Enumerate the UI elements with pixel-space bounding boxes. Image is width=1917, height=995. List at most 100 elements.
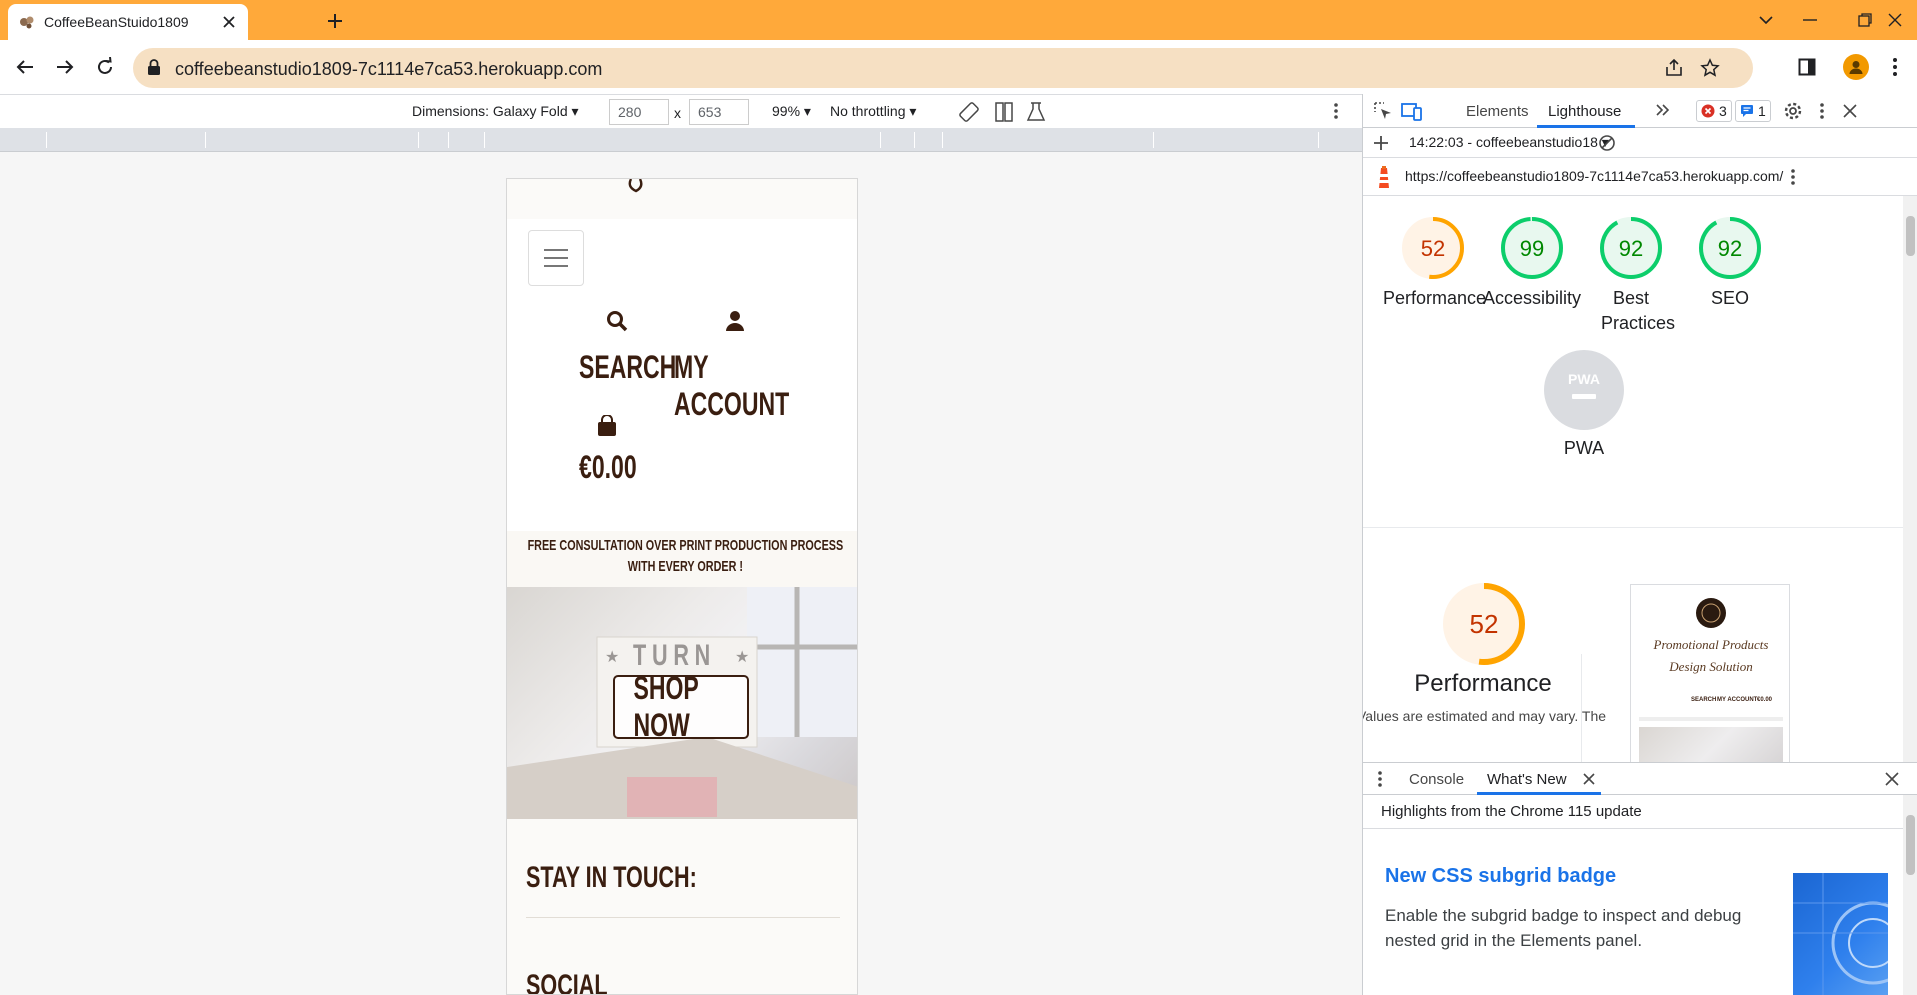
drawer-tab-whats-new[interactable]: What's New — [1487, 771, 1567, 788]
media-query-segment[interactable] — [205, 132, 206, 148]
bookmark-star-icon[interactable] — [1699, 57, 1721, 79]
zoom-selector[interactable]: 99% ▾ — [772, 103, 811, 120]
report-scrollbar-thumb[interactable] — [1906, 216, 1915, 256]
user-account-icon[interactable] — [725, 310, 745, 337]
lock-icon[interactable] — [147, 59, 161, 80]
device-toolbar-more-icon[interactable] — [1334, 103, 1338, 122]
media-query-segment[interactable] — [448, 132, 449, 148]
sensor-flask-icon[interactable] — [1026, 101, 1046, 126]
media-query-segment[interactable] — [484, 132, 485, 148]
tab-lighthouse[interactable]: Lighthouse — [1548, 103, 1621, 120]
devtools-close-icon[interactable] — [1843, 104, 1857, 122]
throttling-label: No throttling — [830, 103, 906, 119]
shop-now-button[interactable]: SHOP NOW — [613, 670, 749, 743]
address-bar[interactable]: coffeebeanstudio1809-7c1114e7ca53.heroku… — [133, 48, 1753, 88]
pwa-badge-icon: PWA — [1544, 350, 1624, 430]
hamburger-menu-button[interactable] — [528, 230, 584, 286]
new-report-plus-icon[interactable] — [1373, 135, 1389, 154]
minimize-icon[interactable] — [1794, 6, 1826, 34]
performance-detail-divider — [1581, 654, 1582, 762]
clear-reports-icon[interactable] — [1598, 134, 1616, 155]
report-selector[interactable]: 14:22:03 - coffeebeanstudio18 ▾ — [1409, 134, 1609, 151]
report-scrollbar[interactable] — [1903, 196, 1917, 762]
thumbnail-nav-cart: €0.00 — [1757, 697, 1773, 703]
drawer-menu-icon[interactable] — [1378, 771, 1382, 791]
page-screenshot-thumbnail[interactable]: Promotional Products Design Solution SEA… — [1630, 584, 1790, 762]
score-label: Best Practices — [1601, 288, 1676, 333]
side-panel-icon[interactable] — [1795, 55, 1819, 79]
devtools-menu-icon[interactable] — [1820, 103, 1824, 123]
more-tabs-chevron-icon[interactable] — [1655, 102, 1671, 122]
close-window-icon[interactable] — [1879, 6, 1911, 34]
nav-search-label[interactable]: SEARCH — [579, 349, 676, 386]
score-value: 92 — [1619, 236, 1643, 261]
score-gauge-ring: 52 — [1402, 217, 1464, 279]
score-label: SEO — [1710, 288, 1749, 308]
dropdown-arrow-icon: ▾ — [909, 103, 917, 119]
restore-icon[interactable] — [1849, 6, 1881, 34]
shopping-bag-icon[interactable] — [597, 414, 617, 442]
cart-total[interactable]: €0.00 — [579, 449, 637, 486]
score-gauge-ring: 99 — [1501, 217, 1563, 279]
browser-menu-icon[interactable] — [1883, 55, 1907, 79]
report-menu-icon[interactable] — [1791, 169, 1795, 188]
tab-elements[interactable]: Elements — [1466, 103, 1529, 120]
promo-banner-line-1: FREE CONSULTATION OVER PRINT PRODUCTION … — [527, 537, 844, 554]
drawer-tab-console[interactable]: Console — [1409, 771, 1464, 788]
new-tab-icon[interactable] — [322, 8, 348, 34]
search-icon[interactable] — [606, 310, 628, 337]
dual-screen-icon[interactable] — [994, 101, 1014, 126]
device-selector[interactable]: Dimensions: Galaxy Fold ▾ — [412, 103, 579, 120]
media-query-segment[interactable] — [418, 132, 419, 148]
site-logo-icon[interactable] — [625, 179, 647, 193]
pwa-gauge[interactable]: PWA PWA — [1534, 348, 1634, 461]
media-query-bar[interactable] — [0, 128, 1362, 152]
close-drawer-icon[interactable] — [1885, 772, 1899, 790]
media-query-segment[interactable] — [914, 132, 915, 148]
tab-close-icon[interactable] — [220, 13, 238, 31]
drawer-scrollbar[interactable] — [1903, 795, 1917, 995]
media-query-segment[interactable] — [1318, 132, 1319, 148]
score-gauge-accessibility[interactable]: 99 Accessibility — [1482, 214, 1582, 311]
tab-search-chevron-icon[interactable] — [1750, 6, 1782, 34]
width-input[interactable]: 280 — [609, 99, 669, 125]
stay-in-touch-heading: STAY IN TOUCH: — [526, 861, 697, 894]
rotate-icon[interactable] — [958, 101, 980, 126]
forward-icon[interactable] — [52, 54, 78, 80]
inspect-element-icon[interactable] — [1373, 101, 1393, 125]
media-query-segment[interactable] — [46, 132, 47, 148]
media-query-segment[interactable] — [1153, 132, 1154, 148]
error-count: 3 — [1719, 103, 1727, 119]
reload-icon[interactable] — [92, 54, 118, 80]
browser-tab[interactable]: CoffeeBeanStuido1809 — [8, 4, 248, 40]
report-selector-label: 14:22:03 - coffeebeanstudio18 — [1409, 134, 1598, 150]
share-icon[interactable] — [1663, 57, 1685, 79]
error-count-badge[interactable]: 3 — [1696, 100, 1732, 122]
height-input[interactable]: 653 — [689, 99, 749, 125]
devtools-settings-gear-icon[interactable] — [1783, 101, 1803, 125]
media-query-segment[interactable] — [880, 132, 881, 148]
media-query-segment[interactable] — [942, 132, 943, 148]
drawer-scrollbar-thumb[interactable] — [1906, 815, 1915, 875]
devtools-panel: Elements Lighthouse 3 1 14:22:03 - coffe… — [1362, 94, 1917, 995]
nav-my-account-label[interactable]: MY ACCOUNT — [674, 349, 806, 423]
promo-banner-line-2: WITH EVERY ORDER ! — [627, 558, 743, 575]
score-gauge-performance[interactable]: 52 Performance — [1383, 214, 1487, 311]
pwa-label: PWA — [1563, 438, 1605, 458]
close-whats-new-icon[interactable] — [1583, 772, 1595, 789]
site-favicon-icon — [18, 13, 36, 31]
social-heading: SOCIAL — [526, 969, 608, 995]
whats-new-item-title[interactable]: New CSS subgrid badge — [1385, 865, 1616, 888]
emulated-device-screen[interactable]: SEARCH MY ACCOUNT €0.00 FREE CONSULTATIO… — [506, 178, 858, 995]
score-gauge-best-practices[interactable]: 92 Best Practices — [1581, 214, 1681, 336]
score-label: Performance — [1383, 288, 1487, 308]
device-toggle-icon[interactable] — [1401, 101, 1423, 125]
score-gauge-seo[interactable]: 92 SEO — [1680, 214, 1780, 311]
device-emulation-toolbar: Dimensions: Galaxy Fold ▾ 280 x 653 99% … — [0, 94, 1362, 128]
throttling-selector[interactable]: No throttling ▾ — [830, 103, 916, 120]
shop-now-label: SHOP NOW — [633, 670, 699, 743]
dropdown-arrow-icon: ▾ — [571, 103, 579, 119]
message-count-badge[interactable]: 1 — [1735, 100, 1771, 122]
back-icon[interactable] — [12, 54, 38, 80]
profile-avatar-icon[interactable] — [1843, 54, 1869, 80]
